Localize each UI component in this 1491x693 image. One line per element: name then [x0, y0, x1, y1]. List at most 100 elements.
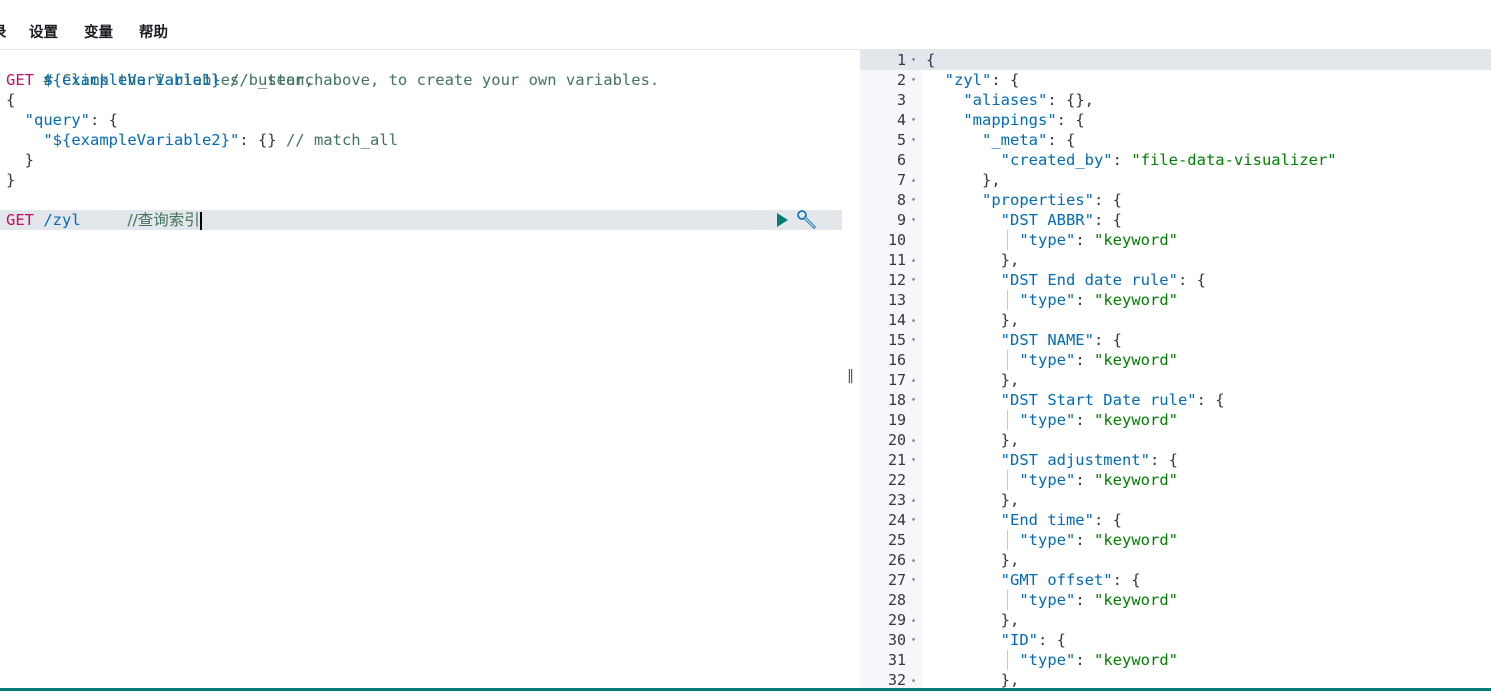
json-key: "type"	[1019, 291, 1076, 309]
punct: :	[1075, 591, 1094, 609]
punct: : {	[991, 71, 1020, 89]
editor-line-active: GET /zyl //查询索引	[6, 210, 202, 230]
comment: // match_all	[285, 131, 398, 149]
comment: // _search	[230, 71, 324, 89]
response-gutter: 1 ▾ 2 ▾ 3 4 ▾ 5 ▾ 6 7 ▴ 8 ▾ 9 ▾ 10 11 ▴ 12 ▾ 13 14 ▴ 15 ▾ 16 17 ▴ 18 ▾…	[860, 50, 922, 690]
json-key: "query"	[24, 111, 90, 129]
menu-item-help[interactable]: 帮助	[139, 21, 168, 42]
response-line: },	[926, 490, 1020, 510]
gutter-line-number: 24 ▾	[860, 510, 922, 530]
fold-toggle-icon[interactable]: ▾	[911, 190, 916, 210]
gutter-line-number: 26 ▴	[860, 550, 922, 570]
gutter-line-number: 3	[860, 90, 922, 110]
brace: },	[1000, 431, 1020, 449]
brace: },	[1000, 251, 1020, 269]
punct: : {	[1047, 131, 1076, 149]
brace: {	[6, 91, 16, 109]
line-number: 25	[887, 531, 906, 549]
fold-toggle-icon[interactable]: ▾	[911, 630, 916, 650]
punct: :	[1075, 231, 1094, 249]
json-value: "file-data-visualizer"	[1131, 151, 1337, 169]
gutter-line-number: 22	[860, 470, 922, 490]
punct: : {	[90, 111, 118, 129]
response-viewer[interactable]: { "zyl": { "aliases": {}, "mappings": { …	[922, 50, 1491, 690]
brace: },	[982, 171, 1001, 189]
fold-toggle-icon[interactable]: ▴	[911, 250, 916, 270]
fold-toggle-icon[interactable]: ▾	[911, 210, 916, 230]
fold-toggle-icon[interactable]: ▴	[911, 670, 916, 690]
punct: : {	[1177, 271, 1206, 289]
indent-guide	[1007, 410, 1008, 430]
fold-toggle-icon[interactable]: ▾	[911, 330, 916, 350]
brace: {	[926, 51, 936, 69]
fold-toggle-icon[interactable]: ▾	[911, 50, 916, 70]
request-settings-button[interactable]	[796, 210, 818, 230]
punct: : {	[1196, 391, 1225, 409]
gutter-line-number: 1 ▾	[860, 50, 922, 70]
line-number: 3	[896, 91, 906, 109]
punct: :	[1075, 471, 1094, 489]
fold-toggle-icon[interactable]: ▴	[911, 370, 916, 390]
fold-toggle-icon[interactable]: ▴	[911, 490, 916, 510]
menu-item-settings[interactable]: 设置	[29, 21, 58, 42]
punct: : {},	[1047, 91, 1094, 109]
response-line: "_meta": {	[926, 130, 1075, 150]
fold-toggle-icon[interactable]: ▾	[911, 110, 916, 130]
response-line: },	[926, 370, 1020, 390]
json-value: "keyword"	[1094, 291, 1178, 309]
gutter-line-number: 6	[860, 150, 922, 170]
menu-item-variables[interactable]: 变量	[84, 21, 113, 42]
response-line: "type": "keyword"	[926, 290, 1178, 310]
fold-toggle-icon[interactable]: ▴	[911, 310, 916, 330]
brace: }	[24, 151, 35, 169]
fold-toggle-icon[interactable]: ▾	[911, 570, 916, 590]
line-number: 21	[887, 451, 906, 469]
editor-line: }	[6, 150, 34, 170]
gutter-line-number: 17 ▴	[860, 370, 922, 390]
fold-toggle-icon[interactable]: ▴	[911, 430, 916, 450]
run-request-button[interactable]	[774, 212, 790, 228]
fold-toggle-icon[interactable]: ▾	[911, 510, 916, 530]
request-editor[interactable]: # Click the Variables button, above, to …	[0, 50, 842, 690]
json-key: "mappings"	[963, 111, 1057, 129]
fold-toggle-icon[interactable]: ▴	[911, 550, 916, 570]
indent-guide	[1007, 470, 1008, 490]
brace: },	[1000, 311, 1020, 329]
field-name: "End time"	[1000, 511, 1094, 529]
editor-line: {	[6, 90, 15, 110]
line-number: 16	[887, 351, 906, 369]
line-number: 29	[887, 611, 906, 629]
brace: },	[1000, 491, 1020, 509]
editor-line: # Click the Variables button, above, to …	[6, 50, 659, 89]
editor-line: GET ${exampleVariable1} // _search	[6, 70, 323, 90]
fold-toggle-icon[interactable]: ▾	[911, 450, 916, 470]
comment: //查询索引	[127, 211, 200, 229]
line-number: 13	[887, 291, 906, 309]
json-key: "_meta"	[982, 131, 1048, 149]
fold-toggle-icon[interactable]: ▾	[911, 270, 916, 290]
line-number: 10	[887, 231, 906, 249]
brace: },	[1000, 371, 1020, 389]
json-key: "type"	[1019, 231, 1076, 249]
line-number: 26	[887, 551, 906, 569]
fold-toggle-icon[interactable]: ▾	[911, 130, 916, 150]
gutter-line-number: 23 ▴	[860, 490, 922, 510]
fold-toggle-icon[interactable]: ▾	[911, 390, 916, 410]
editor-line: "${exampleVariable2}": {} // match_all	[6, 130, 398, 150]
line-number: 18	[887, 391, 906, 409]
line-number: 27	[887, 571, 906, 589]
menu-item-history[interactable]: 录	[0, 21, 7, 42]
response-line: },	[926, 610, 1020, 630]
fold-toggle-icon[interactable]: ▴	[911, 170, 916, 190]
indent-guide	[1007, 230, 1008, 250]
editor-line: "query": {	[6, 110, 118, 130]
json-key: "type"	[1019, 351, 1076, 369]
line-number: 17	[887, 371, 906, 389]
json-key: "type"	[1019, 651, 1076, 669]
gutter-line-number: 28	[860, 590, 922, 610]
fold-toggle-icon[interactable]: ▴	[911, 610, 916, 630]
http-method: GET	[6, 71, 34, 89]
gutter-line-number: 18 ▾	[860, 390, 922, 410]
panel-resizer[interactable]: ‖	[842, 50, 859, 690]
fold-toggle-icon[interactable]: ▾	[911, 70, 916, 90]
